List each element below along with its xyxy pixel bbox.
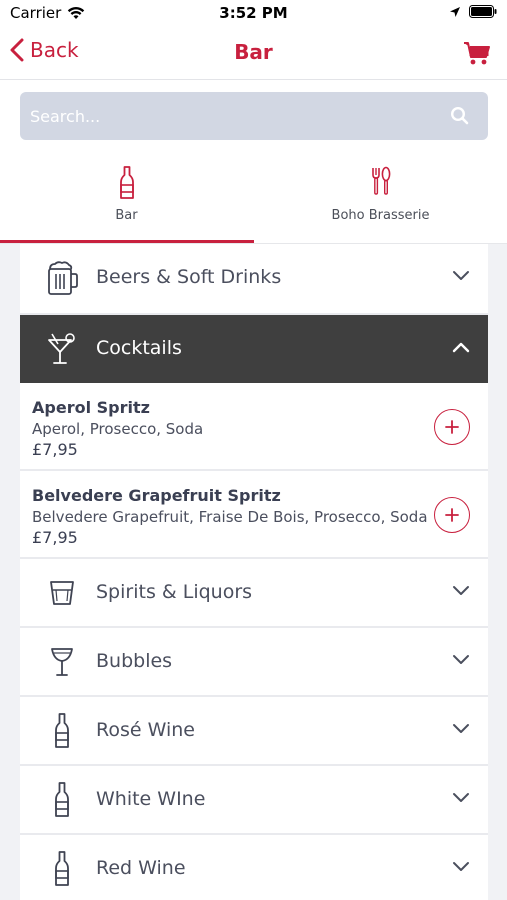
category-beers-soft-drinks[interactable]: Beers & Soft Drinks xyxy=(20,244,488,315)
beer-mug-icon xyxy=(48,261,78,295)
menu-item: Aperol Spritz Aperol, Prosecco, Soda £7,… xyxy=(20,383,488,471)
tab-bar-label: Bar xyxy=(115,208,138,223)
add-item-button[interactable] xyxy=(434,497,470,533)
coupe-glass-icon xyxy=(51,648,73,676)
category-bubbles[interactable]: Bubbles xyxy=(20,628,488,697)
location-arrow-icon xyxy=(450,6,460,17)
tab-boho-brasserie[interactable]: Boho Brasserie xyxy=(254,154,507,243)
bottle-icon xyxy=(119,166,134,199)
plus-icon xyxy=(445,508,459,522)
wine-bottle-icon xyxy=(55,851,69,886)
status-time: 3:52 PM xyxy=(219,4,288,22)
category-cocktails[interactable]: Cocktails xyxy=(20,315,488,383)
cutlery-icon xyxy=(371,166,390,195)
tab-boho-label: Boho Brasserie xyxy=(331,208,430,223)
search-box[interactable] xyxy=(20,92,488,140)
cart-button[interactable] xyxy=(463,40,491,70)
venue-tabs: Bar Boho Brasserie xyxy=(0,154,507,244)
status-right xyxy=(449,5,497,18)
menu-list: Beers & Soft Drinks Cocktails Aperol Spr… xyxy=(20,244,488,900)
chevron-down-icon xyxy=(453,793,469,802)
chevron-up-icon xyxy=(452,342,470,353)
category-label: Spirits & Liquors xyxy=(96,581,253,603)
chevron-down-icon xyxy=(453,724,469,733)
cocktail-glass-icon xyxy=(48,333,75,364)
cart-icon xyxy=(464,42,490,65)
category-label: Cocktails xyxy=(96,337,182,359)
plus-icon xyxy=(445,420,459,434)
category-label: Rosé Wine xyxy=(96,719,195,741)
category-label: Bubbles xyxy=(96,650,173,672)
battery-icon xyxy=(469,5,497,18)
item-price: £7,95 xyxy=(32,440,78,459)
wine-bottle-icon xyxy=(55,782,69,817)
category-rose-wine[interactable]: Rosé Wine xyxy=(20,697,488,766)
add-item-button[interactable] xyxy=(434,409,470,445)
menu-item: Belvedere Grapefruit Spritz Belvedere Gr… xyxy=(20,471,488,559)
chevron-down-icon xyxy=(453,586,469,595)
search-area xyxy=(0,80,507,154)
category-label: White WIne xyxy=(96,788,206,810)
category-red-wine[interactable]: Red Wine xyxy=(20,835,488,900)
chevron-down-icon xyxy=(453,271,469,280)
item-description: Belvedere Grapefruit, Fraise De Bois, Pr… xyxy=(32,508,428,526)
page-title: Bar xyxy=(234,40,273,64)
chevron-down-icon xyxy=(453,655,469,664)
category-white-wine[interactable]: White WIne xyxy=(20,766,488,835)
item-description: Aperol, Prosecco, Soda xyxy=(32,420,204,438)
status-bar: Carrier 3:52 PM xyxy=(0,0,507,28)
chevron-down-icon xyxy=(453,862,469,871)
tab-selected-indicator xyxy=(0,240,254,243)
tab-bar[interactable]: Bar xyxy=(0,154,253,243)
tumbler-icon xyxy=(50,581,74,605)
category-label: Beers & Soft Drinks xyxy=(96,266,282,288)
item-name: Belvedere Grapefruit Spritz xyxy=(32,486,281,505)
wine-bottle-icon xyxy=(55,713,69,748)
item-price: £7,95 xyxy=(32,528,78,547)
category-spirits-liquors[interactable]: Spirits & Liquors xyxy=(20,559,488,628)
search-input[interactable] xyxy=(20,92,420,140)
search-icon[interactable] xyxy=(450,106,470,126)
nav-bar: Back Bar xyxy=(0,28,507,80)
category-label: Red Wine xyxy=(96,857,186,879)
item-name: Aperol Spritz xyxy=(32,398,150,417)
